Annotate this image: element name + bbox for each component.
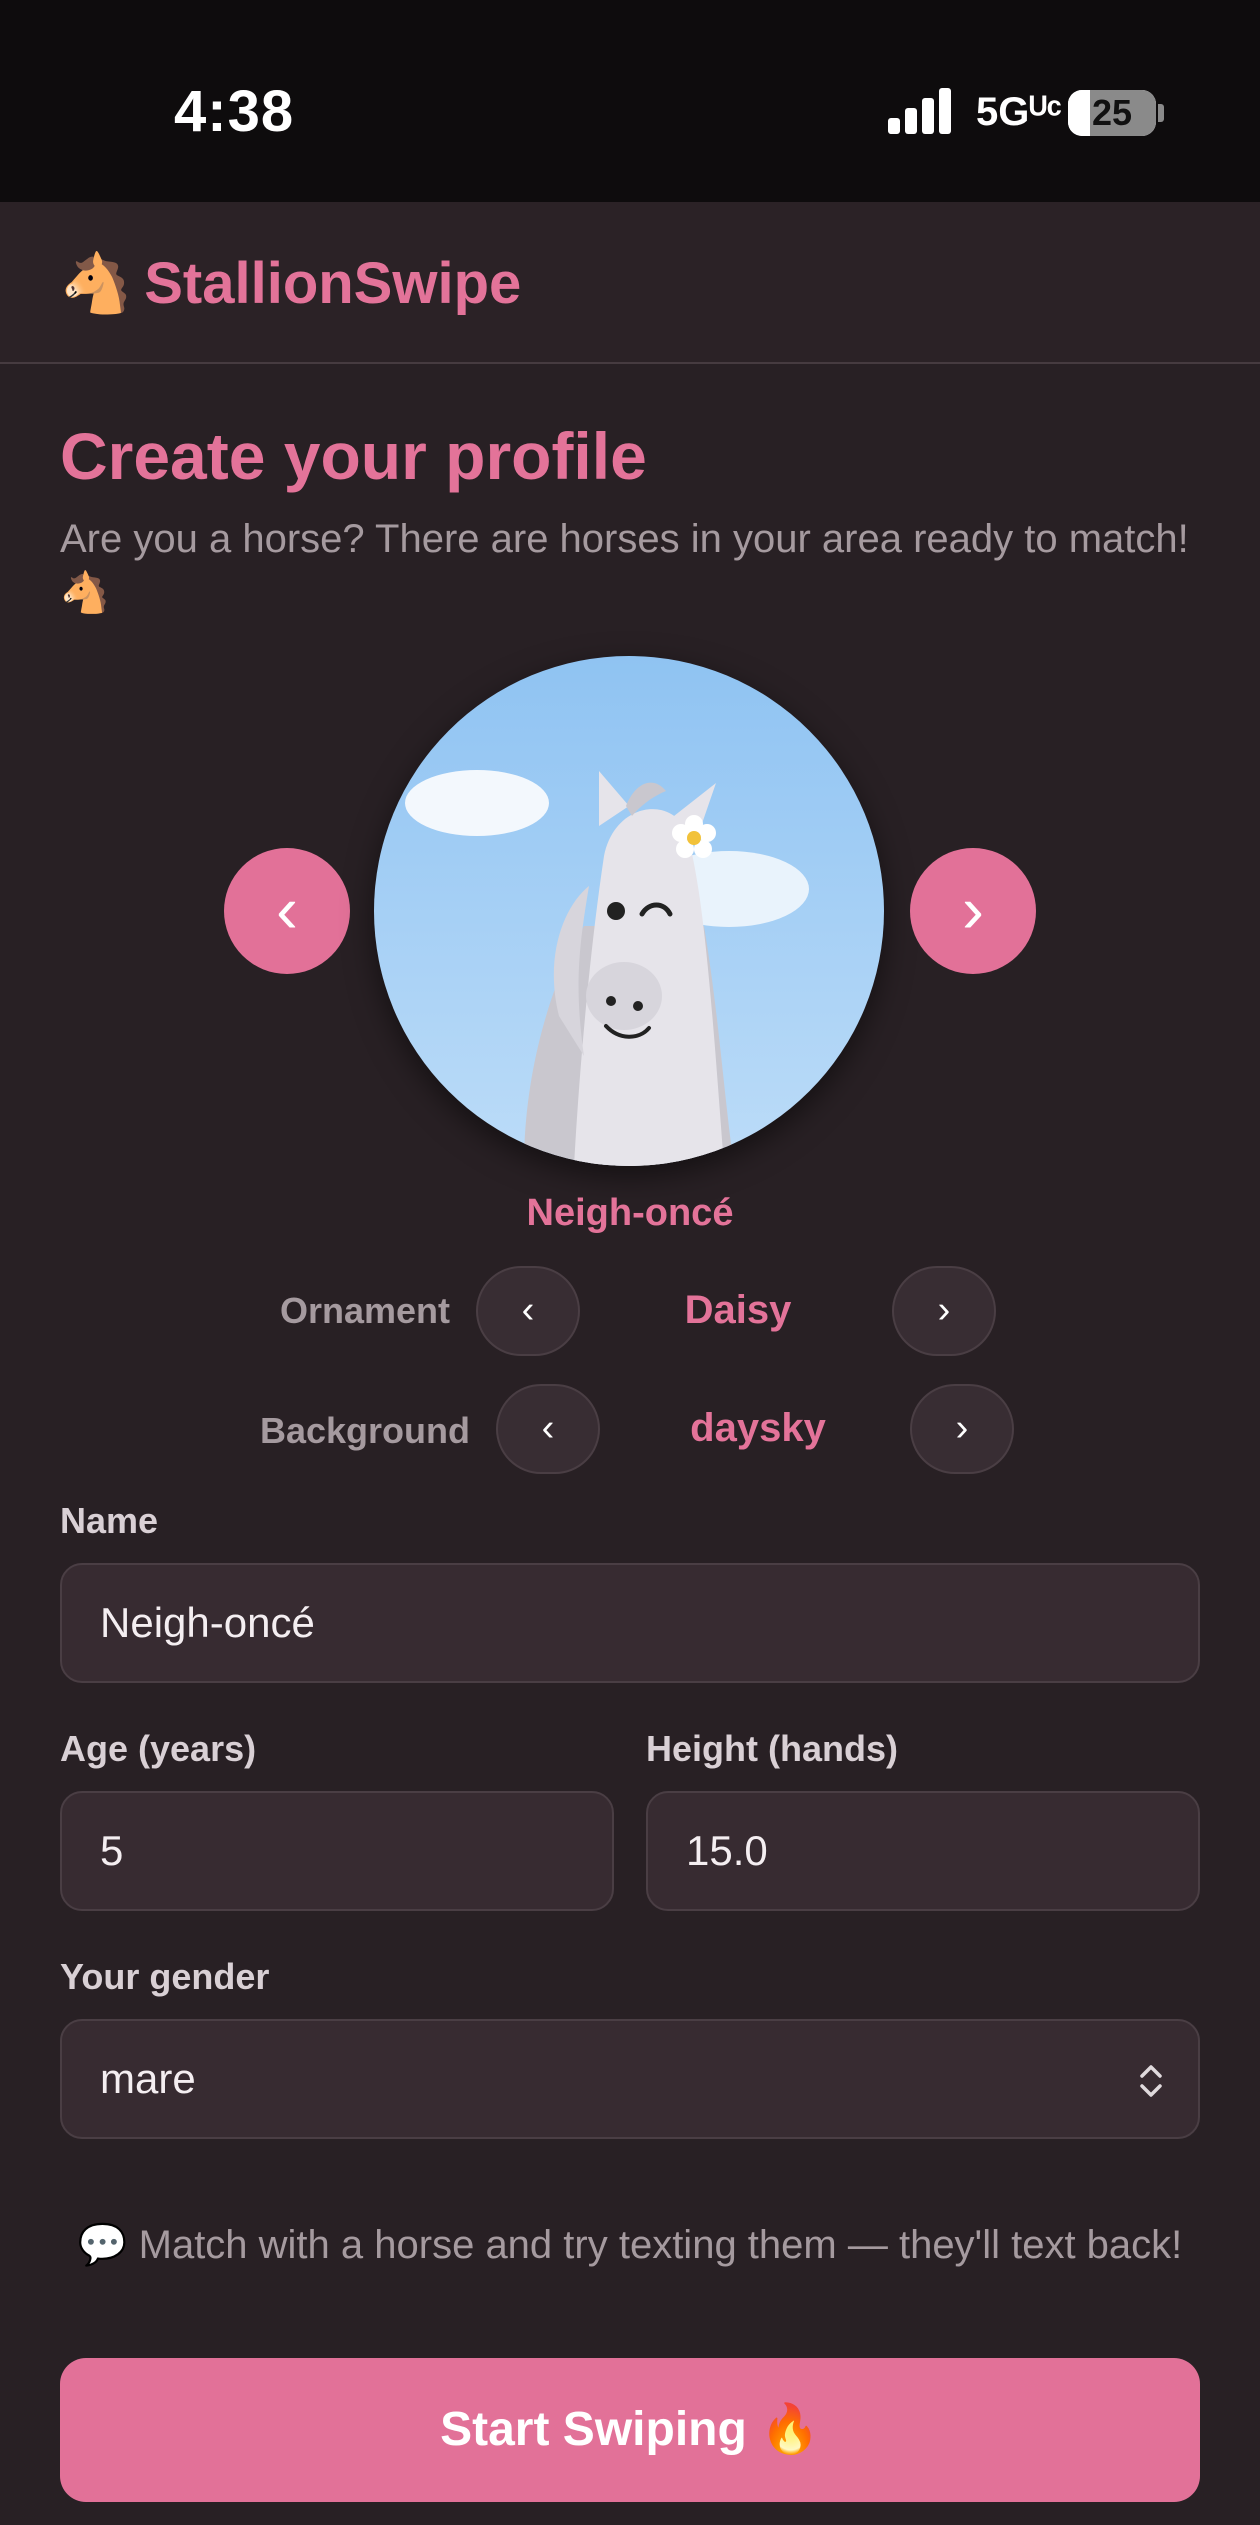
status-bar: 4:38 5Gᵁᶜ 25: [0, 0, 1260, 202]
ornament-value: Daisy: [684, 1288, 792, 1332]
avatar-name: Neigh-oncé: [526, 1192, 734, 1234]
app-header: 🐴 StallionSwipe: [0, 202, 1260, 364]
avatar-prev-button[interactable]: ‹: [224, 848, 350, 974]
horse-avatar: [374, 656, 884, 1166]
gender-select-value: mare: [100, 2055, 196, 2102]
background-next-button[interactable]: ›: [910, 1384, 1014, 1474]
ornament-label: Ornament: [279, 1290, 450, 1331]
age-field[interactable]: 5: [60, 1791, 614, 1911]
network-type: 5Gᵁᶜ: [976, 90, 1062, 134]
signal-icon: [888, 86, 952, 134]
battery-icon: 25: [1068, 90, 1156, 136]
brand-logo[interactable]: 🐴 StallionSwipe: [60, 250, 521, 318]
background-value: daysky: [690, 1406, 826, 1450]
height-label: Height (hands): [646, 1728, 898, 1769]
age-label: Age (years): [60, 1728, 257, 1769]
height-field[interactable]: 15.0: [646, 1791, 1200, 1911]
ornament-next-button[interactable]: ›: [892, 1266, 996, 1356]
battery-percent: 25: [1091, 92, 1133, 133]
chevron-updown-icon: [1140, 2065, 1162, 2097]
battery-nub: [1158, 104, 1164, 122]
texting-hint: 💬 Match with a horse and try texting the…: [77, 2223, 1183, 2267]
name-field[interactable]: Neigh-oncé: [60, 1563, 1200, 1683]
gender-label: Your gender: [60, 1956, 270, 1997]
background-label: Background: [259, 1410, 470, 1451]
name-label: Name: [60, 1500, 159, 1541]
cloud: [405, 770, 549, 836]
background-prev-button[interactable]: ‹: [496, 1384, 600, 1474]
avatar-next-button[interactable]: ›: [910, 848, 1036, 974]
page-subtitle: Are you a horse? There are horses in you…: [60, 517, 1189, 615]
gender-select[interactable]: mare: [60, 2019, 1200, 2139]
ornament-prev-button[interactable]: ‹: [476, 1266, 580, 1356]
status-time: 4:38: [174, 79, 295, 144]
start-swiping-button[interactable]: Start Swiping 🔥: [60, 2358, 1200, 2502]
page-title: Create your profile: [60, 419, 647, 493]
brand-name: StallionSwipe: [144, 251, 522, 316]
horse-icon: 🐴: [60, 251, 133, 316]
